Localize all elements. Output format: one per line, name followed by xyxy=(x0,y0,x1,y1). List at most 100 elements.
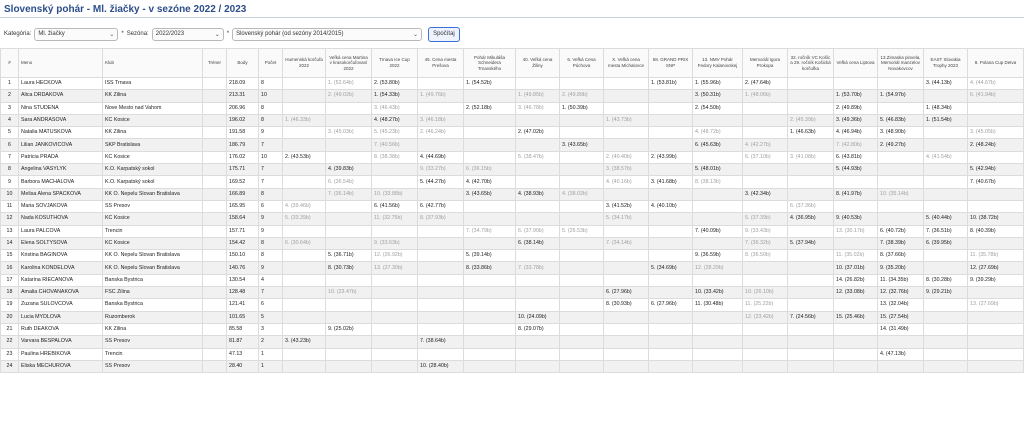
table-cell: 10 xyxy=(258,150,283,165)
table-cell xyxy=(417,101,464,115)
table-cell: 11. (35.78b) xyxy=(967,249,1024,263)
athlete-name: Kristina BAGINOVA xyxy=(18,249,103,263)
table-cell xyxy=(202,138,227,152)
table-cell xyxy=(417,138,464,152)
table-cell xyxy=(202,335,227,349)
table-cell: 5 xyxy=(0,126,19,140)
table-cell xyxy=(648,273,693,288)
table-cell xyxy=(923,249,968,263)
column-header[interactable]: Body xyxy=(226,48,259,78)
column-header[interactable]: Klub xyxy=(102,48,203,78)
category-select[interactable]: Ml. žiačky ⌄ xyxy=(34,27,119,41)
table-cell: 13. (27.30b) xyxy=(371,261,418,275)
table-cell: 3. (45.03b) xyxy=(325,126,372,140)
table-cell: 1. (54.52b) xyxy=(463,76,516,91)
table-cell: 2. (53.80b) xyxy=(371,76,418,91)
column-header[interactable]: Meno xyxy=(18,48,103,78)
table-cell: 6. (42.77b) xyxy=(417,199,464,214)
column-header[interactable]: # xyxy=(0,48,19,78)
season-select[interactable]: 2022/2023 ⌄ xyxy=(151,27,224,41)
table-cell xyxy=(463,138,516,152)
table-cell xyxy=(463,273,516,288)
table-cell: 2. (49.02b) xyxy=(325,89,372,103)
table-cell: 8. (30.93b) xyxy=(603,298,649,312)
table-cell xyxy=(515,199,560,214)
table-cell: 13. (32.04b) xyxy=(877,298,924,312)
table-cell xyxy=(417,347,464,361)
table-cell: 1. (54.33b) xyxy=(371,89,418,103)
table-cell: 3. (48.90b) xyxy=(877,126,924,140)
cup-select[interactable]: Slovenský pohár (od sezóny 2014/2015) ⌄ xyxy=(232,27,423,41)
table-cell xyxy=(202,175,227,189)
table-cell: 6. (30.64b) xyxy=(282,236,326,251)
table-cell: 21 xyxy=(0,322,19,337)
table-cell: 7. (38.39b) xyxy=(877,236,924,251)
club-name: Banska Bystrica xyxy=(102,273,203,288)
table-cell: 20 xyxy=(0,310,19,324)
table-cell xyxy=(787,298,834,312)
table-cell xyxy=(371,286,418,300)
table-cell xyxy=(325,335,372,349)
table-cell: 4. (38.02b) xyxy=(559,187,604,201)
table-cell: 12 xyxy=(0,212,19,226)
table-cell xyxy=(692,310,743,324)
table-cell: 4. (48.27b) xyxy=(371,113,418,128)
table-row: 24 Eliska MECHUROVA SS Presov 28.40 1 10. (28… xyxy=(0,359,1024,374)
table-cell xyxy=(877,359,924,374)
table-cell xyxy=(923,163,968,177)
table-cell: 5. (45.23b) xyxy=(371,126,418,140)
table-cell: 7. (40.56b) xyxy=(371,138,418,152)
table-cell xyxy=(648,138,693,152)
table-cell: 3. (42.34b) xyxy=(742,187,788,201)
table-cell: 8. (29.07b) xyxy=(515,322,560,337)
table-cell: 8. (38.13b) xyxy=(692,175,743,189)
table-cell: 7. (24.56b) xyxy=(787,310,834,324)
table-cell xyxy=(282,187,326,201)
table-cell xyxy=(833,359,878,374)
club-name: K.O. Karpatský sokol xyxy=(102,163,203,177)
table-cell xyxy=(923,310,968,324)
table-cell: 14 xyxy=(0,236,19,251)
table-cell xyxy=(648,236,693,251)
column-header[interactable]: Počet xyxy=(258,48,283,78)
table-cell: 9 xyxy=(0,175,19,189)
table-cell: 1 xyxy=(258,347,283,361)
table-cell xyxy=(202,163,227,177)
table-cell: 8. (41.97b) xyxy=(833,187,878,201)
table-cell: 3. (46.43b) xyxy=(371,101,418,115)
table-cell xyxy=(515,113,560,128)
athlete-name: Angelina VASYLYK xyxy=(18,163,103,177)
table-cell xyxy=(742,347,788,361)
table-cell xyxy=(967,335,1024,349)
table-cell: 23 xyxy=(0,347,19,361)
points-cell: 81.87 xyxy=(226,335,259,349)
table-cell: 9. (29.21b) xyxy=(923,286,968,300)
table-cell xyxy=(877,335,924,349)
table-cell xyxy=(559,212,604,226)
table-row: 14 Elena SOLTYSOVA KC Kosice 154.42 8 6. (30.… xyxy=(0,236,1024,251)
table-cell xyxy=(282,101,326,115)
table-cell xyxy=(967,101,1024,115)
table-cell: 6. (36.54b) xyxy=(325,175,372,189)
table-cell xyxy=(833,298,878,312)
athlete-name: Laura HECKOVA xyxy=(18,76,103,91)
table-cell: 2. (47.64b) xyxy=(742,76,788,91)
table-cell: 7. (34.79b) xyxy=(463,224,516,238)
column-header: 45. Cena mesta Prešova xyxy=(417,48,464,78)
table-cell xyxy=(648,113,693,128)
athlete-name: Laura PALCOVA xyxy=(18,224,103,238)
table-cell xyxy=(923,199,968,214)
club-name: SS Presov xyxy=(102,335,203,349)
athlete-name: Barbora MACHALOVA xyxy=(18,175,103,189)
table-cell xyxy=(787,347,834,361)
table-cell xyxy=(202,273,227,288)
table-cell: 10 xyxy=(258,89,283,103)
table-cell xyxy=(282,89,326,103)
table-cell: 6 xyxy=(0,138,19,152)
compute-button[interactable]: Spočítaj xyxy=(428,26,460,42)
table-cell: 9. (35.20b) xyxy=(877,261,924,275)
column-header[interactable]: Tréner xyxy=(202,48,227,78)
chevron-down-icon: ⌄ xyxy=(413,31,419,38)
table-cell xyxy=(515,335,560,349)
table-cell xyxy=(325,138,372,152)
